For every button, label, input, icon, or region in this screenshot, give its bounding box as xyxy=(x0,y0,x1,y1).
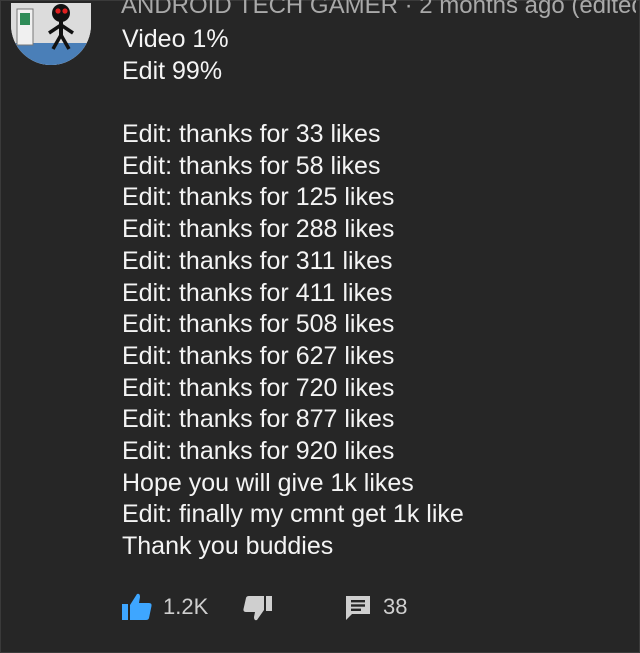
comment-line: Edit: thanks for 720 likes xyxy=(122,373,395,402)
comment-line: Edit: thanks for 58 likes xyxy=(122,151,381,180)
comment-line: Edit: finally my cmnt get 1k like xyxy=(122,500,464,529)
comment-line: Edit: thanks for 877 likes xyxy=(122,405,395,434)
replies-button[interactable]: 38 xyxy=(343,589,407,625)
comment-line: Edit: thanks for 411 likes xyxy=(122,278,393,307)
stickman-avatar-icon xyxy=(11,3,91,65)
comment-line: Edit: thanks for 627 likes xyxy=(122,341,395,370)
dislike-button[interactable] xyxy=(243,589,273,625)
comment-icon xyxy=(343,592,373,622)
avatar[interactable] xyxy=(11,3,91,65)
like-count: 1.2K xyxy=(163,594,209,619)
comment-author-header[interactable]: ANDROID TECH GAMER · 2 months ago (edite… xyxy=(121,0,636,20)
comment-line: Edit: thanks for 508 likes xyxy=(122,310,395,339)
comment-card: ANDROID TECH GAMER · 2 months ago (edite… xyxy=(0,0,640,653)
reply-count: 38 xyxy=(383,594,408,619)
comment-line: Edit: thanks for 288 likes xyxy=(122,215,395,244)
comment-line: Edit 99% xyxy=(122,56,223,85)
comment-line: Edit: thanks for 311 likes xyxy=(122,246,393,275)
thumbs-up-icon xyxy=(121,592,153,622)
comment-text: Video 1% Edit 99% Edit: thanks for 33 li… xyxy=(122,24,622,563)
like-button[interactable]: 1.2K xyxy=(121,589,208,625)
comment-line: Thank you buddies xyxy=(122,532,334,560)
comment-actions: 1.2K 38 xyxy=(121,589,521,625)
comment-line: Video 1% xyxy=(122,25,229,53)
comment-line: Edit: thanks for 125 likes xyxy=(122,183,395,212)
comment-line: Edit: thanks for 920 likes xyxy=(122,436,395,465)
comment-line: Hope you will give 1k likes xyxy=(122,468,414,497)
comment-line: Edit: thanks for 33 likes xyxy=(122,120,381,149)
comment-line-blank xyxy=(122,87,622,119)
thumbs-down-icon xyxy=(243,592,273,622)
